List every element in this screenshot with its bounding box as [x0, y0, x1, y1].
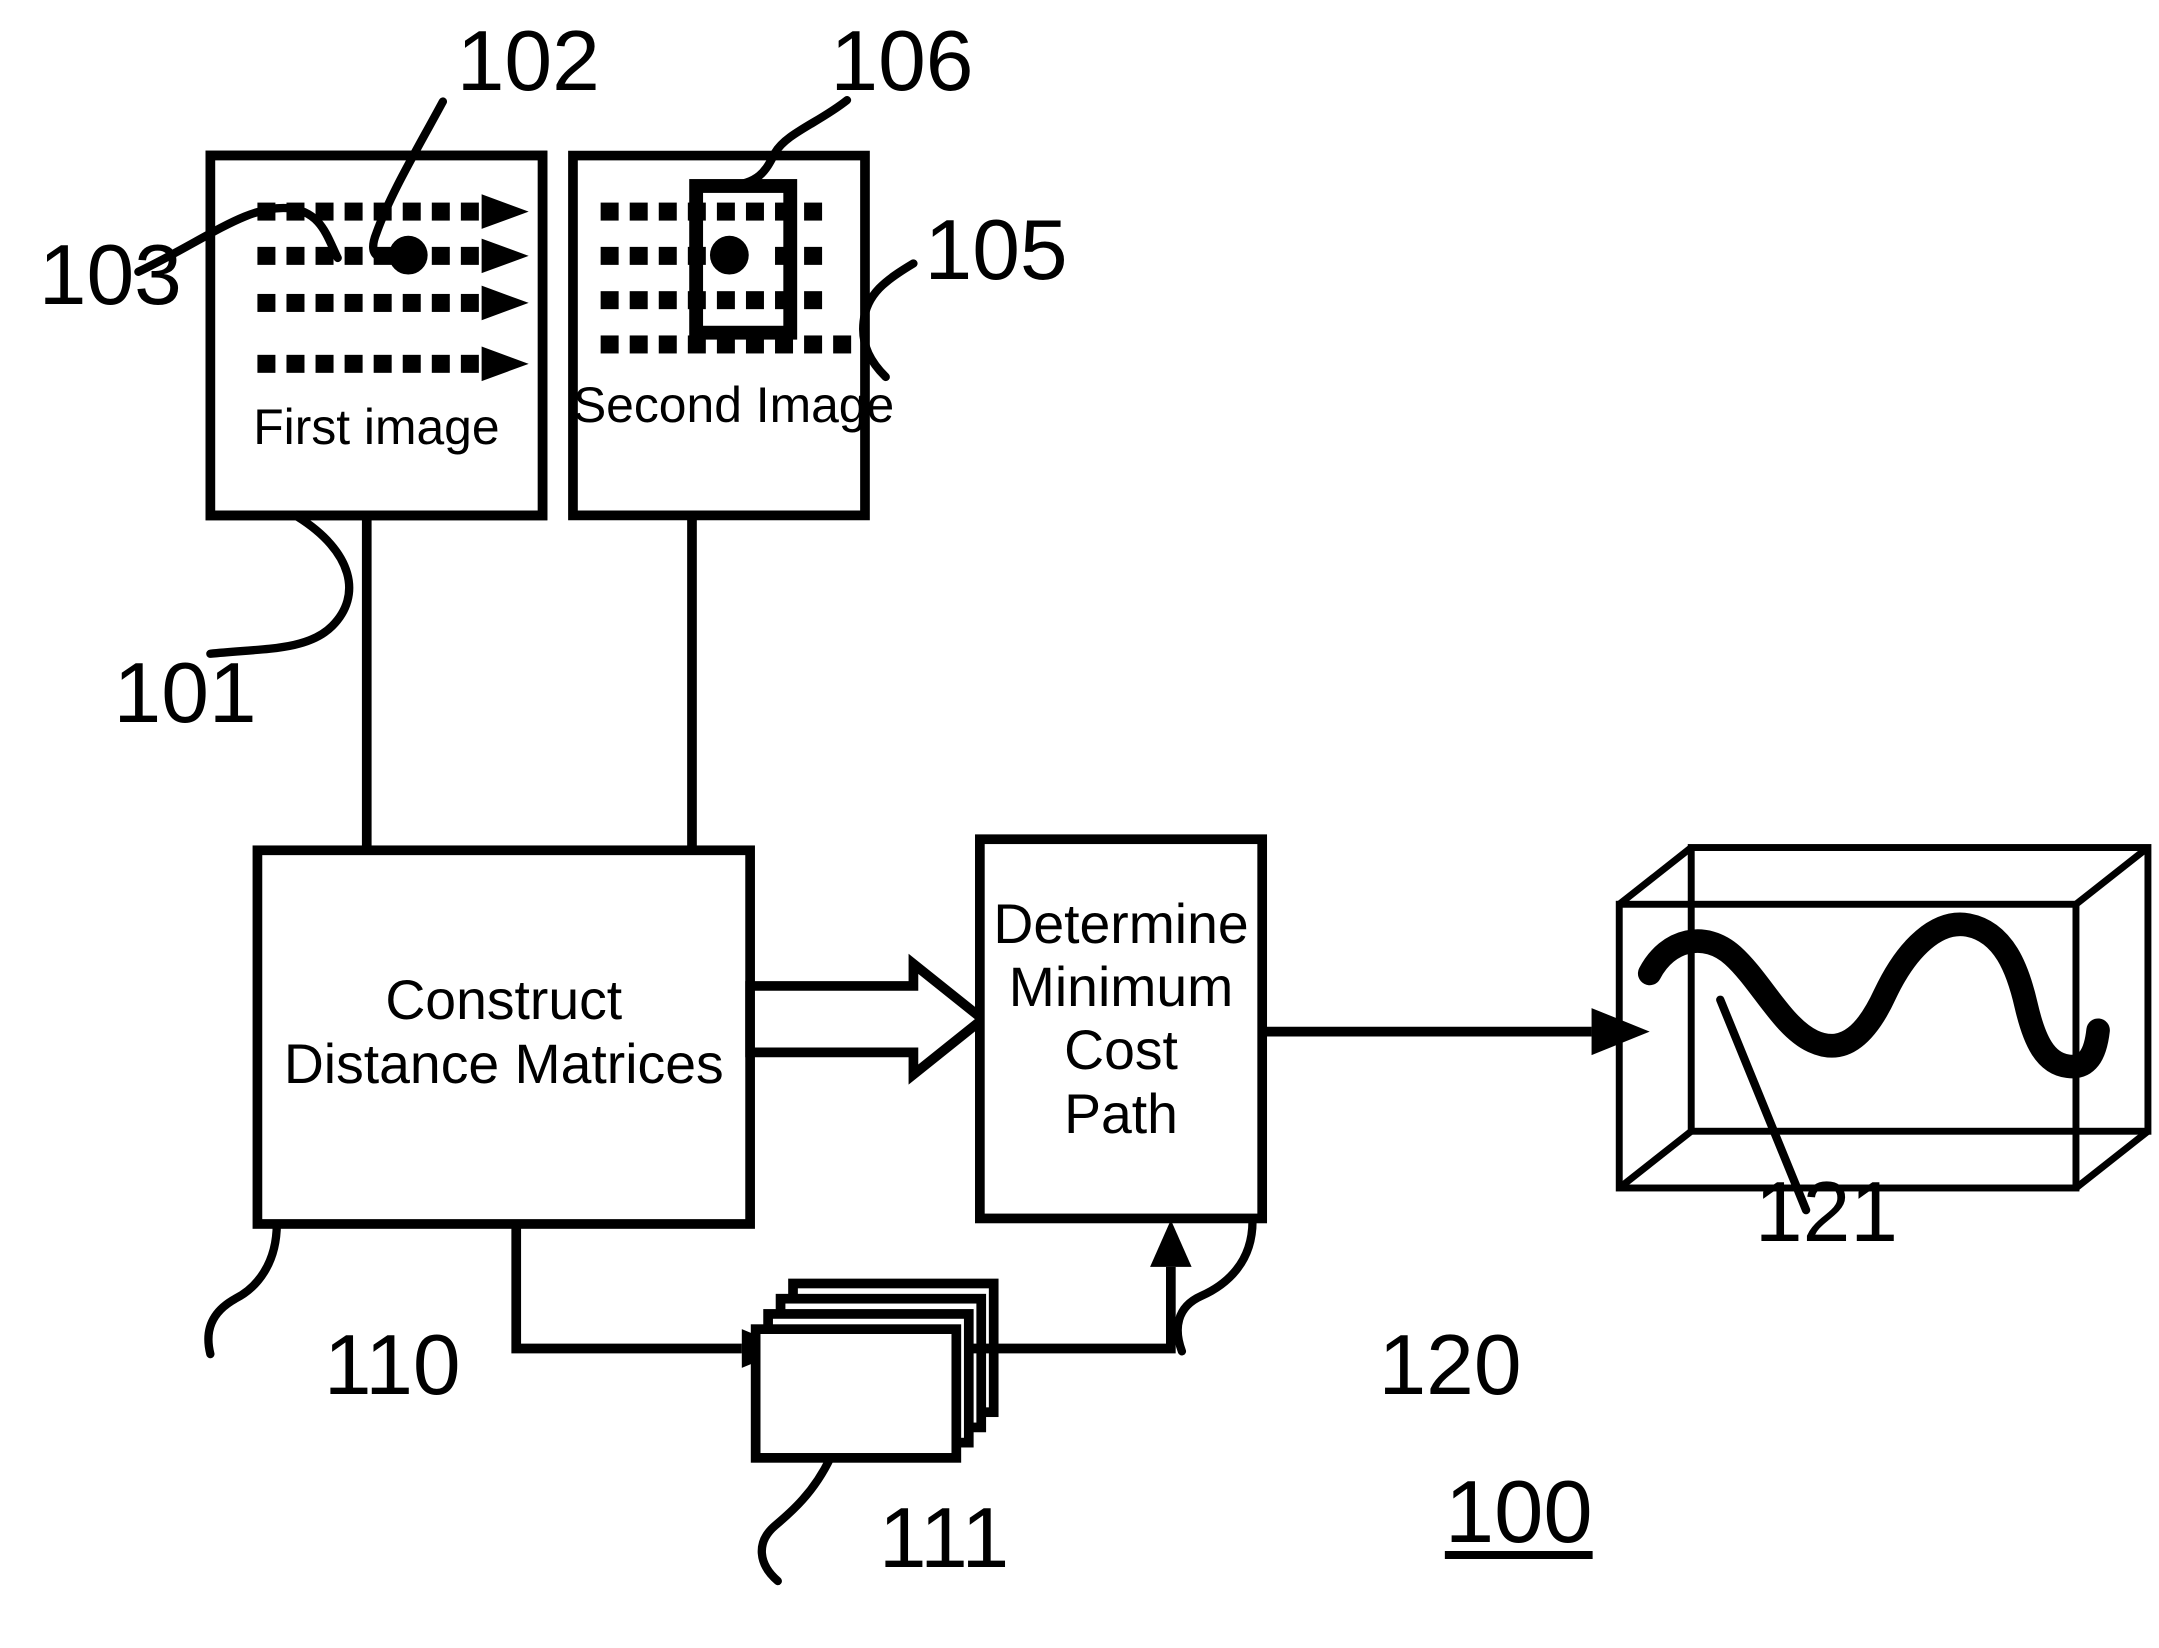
ref-label-102: 102: [456, 13, 600, 110]
leader-line-105: [859, 259, 918, 382]
leader-line-101: [206, 512, 354, 658]
ref-label-121: 121: [1754, 1164, 1899, 1261]
distance-matrices-stack: [750, 1278, 999, 1463]
leader-line-120: [1173, 1217, 1257, 1356]
determine-minimum-cost-path-label: Determine Minimum Cost Path: [993, 893, 1249, 1145]
block-arrow-construct-to-determine: [745, 953, 991, 1085]
ref-label-120: 120: [1378, 1316, 1522, 1413]
leader-line-111: [757, 1453, 835, 1586]
result-curve: [1637, 912, 2110, 1079]
figure-number: 100: [1444, 1462, 1593, 1562]
ref-label-105: 105: [924, 201, 1068, 298]
patent-figure-canvas: First image Second Image Construct Dista…: [0, 0, 2159, 1648]
second-image-label: Second Image: [572, 376, 895, 433]
ref-label-110: 110: [323, 1316, 461, 1413]
ref-label-101: 101: [113, 644, 257, 741]
connector-construct-to-matrices: [511, 1223, 789, 1368]
connector-determine-to-result: [1262, 1008, 1650, 1056]
ref-label-111: 111: [878, 1489, 1010, 1586]
construct-distance-matrices-label: Construct Distance Matrices: [283, 969, 724, 1095]
connector-matrices-to-determine: [968, 1219, 1192, 1354]
first-image-label: First image: [253, 398, 500, 455]
ref-label-106: 106: [830, 13, 974, 110]
leader-line-110: [204, 1219, 281, 1359]
ref-label-103: 103: [38, 226, 182, 323]
